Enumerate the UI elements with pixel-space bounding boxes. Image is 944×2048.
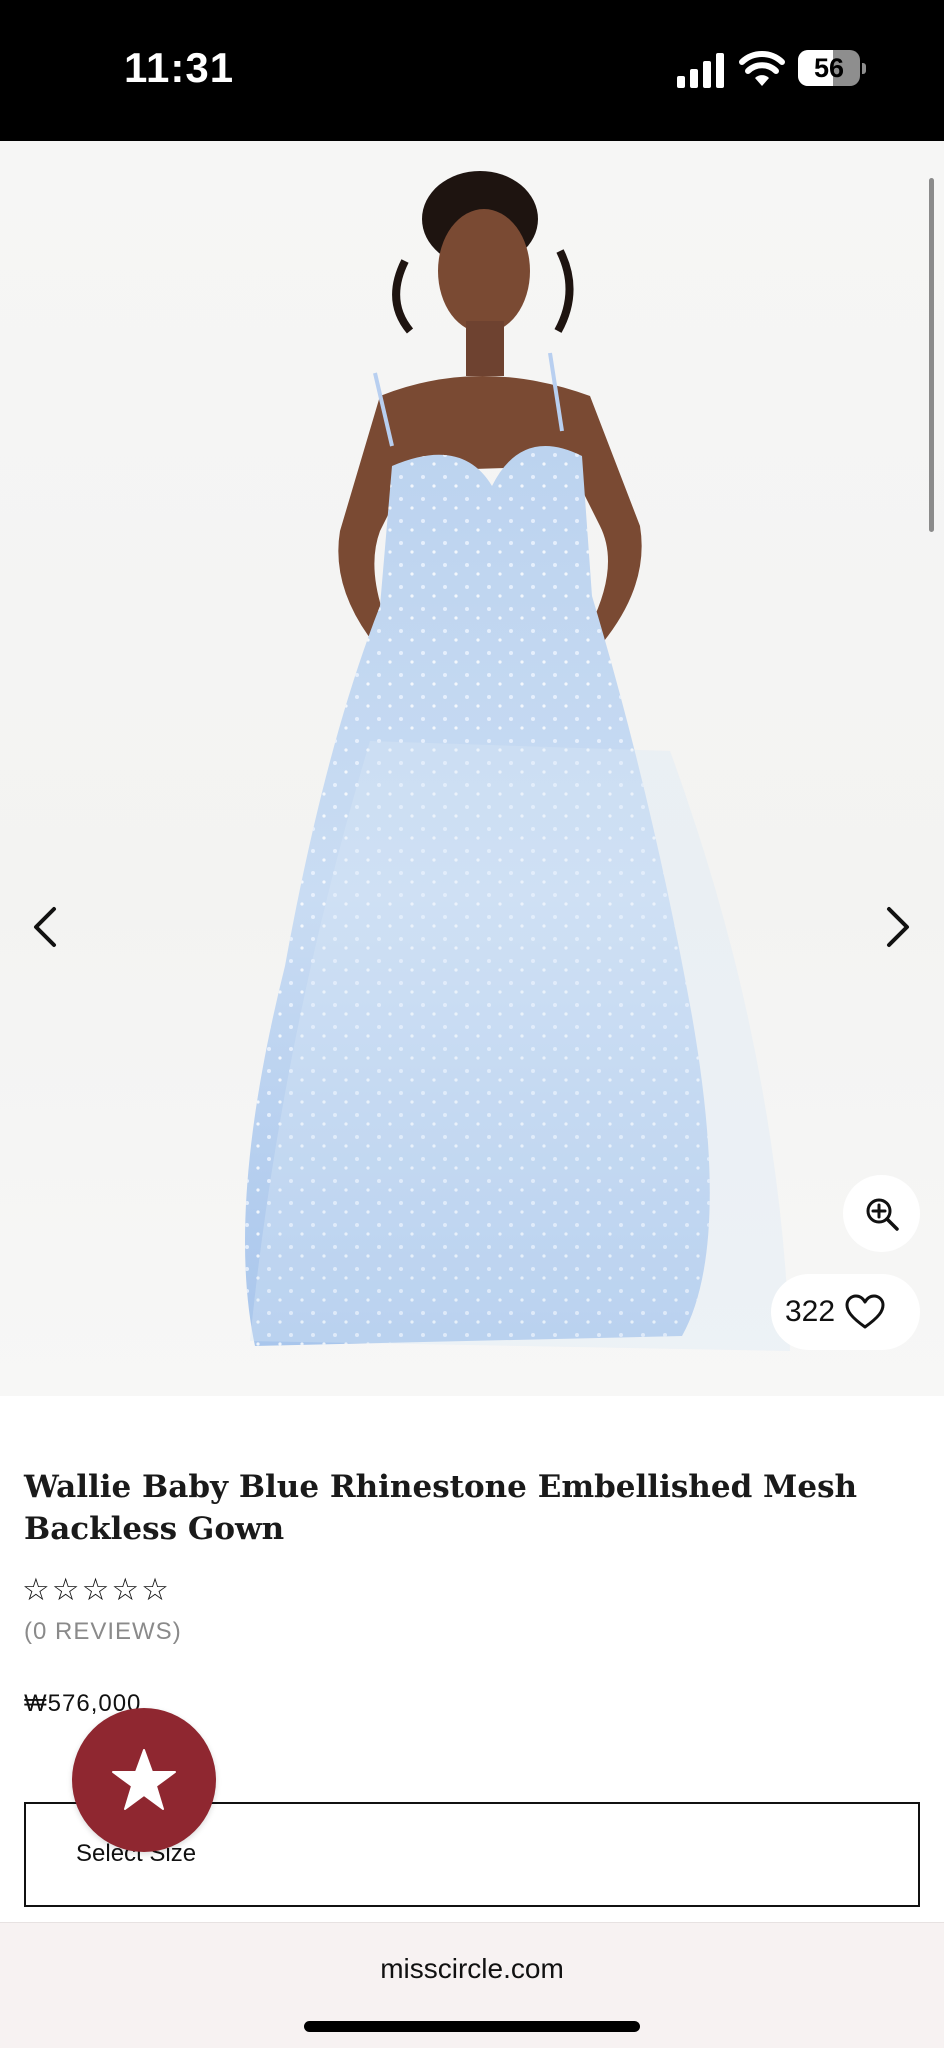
home-indicator[interactable] [304, 2021, 640, 2032]
previous-image-button[interactable] [15, 897, 75, 957]
wishlist-button[interactable]: 322 [771, 1274, 920, 1350]
chevron-left-icon [34, 907, 56, 947]
battery-icon: 56 [798, 50, 866, 88]
status-bar: 11:31 56 [0, 0, 944, 141]
heart-icon [845, 1294, 885, 1329]
product-image-gallery[interactable]: 322 [0, 141, 944, 1396]
battery-level: 56 [813, 53, 845, 83]
zoom-button[interactable] [843, 1175, 920, 1252]
product-title: Wallie Baby Blue Rhinestone Embellished … [24, 1469, 858, 1547]
rewards-button[interactable] [72, 1708, 216, 1852]
rating-stars[interactable]: ☆☆☆☆☆ [22, 1572, 171, 1608]
next-image-button[interactable] [868, 897, 928, 957]
zoom-in-icon [866, 1198, 899, 1231]
page-scrollbar[interactable] [929, 178, 934, 532]
status-time: 11:31 [124, 44, 235, 91]
url-text[interactable]: misscircle.com [0, 1953, 944, 1985]
reviews-count-link[interactable]: (0 REVIEWS) [24, 1618, 182, 1646]
wifi-icon [739, 51, 785, 86]
like-count: 322 [785, 1295, 836, 1328]
product-photo [245, 171, 790, 1351]
signal-icon [677, 53, 724, 88]
browser-address-bar[interactable]: misscircle.com [0, 1922, 944, 2048]
chevron-right-icon [887, 907, 909, 947]
star-icon [112, 1749, 176, 1810]
